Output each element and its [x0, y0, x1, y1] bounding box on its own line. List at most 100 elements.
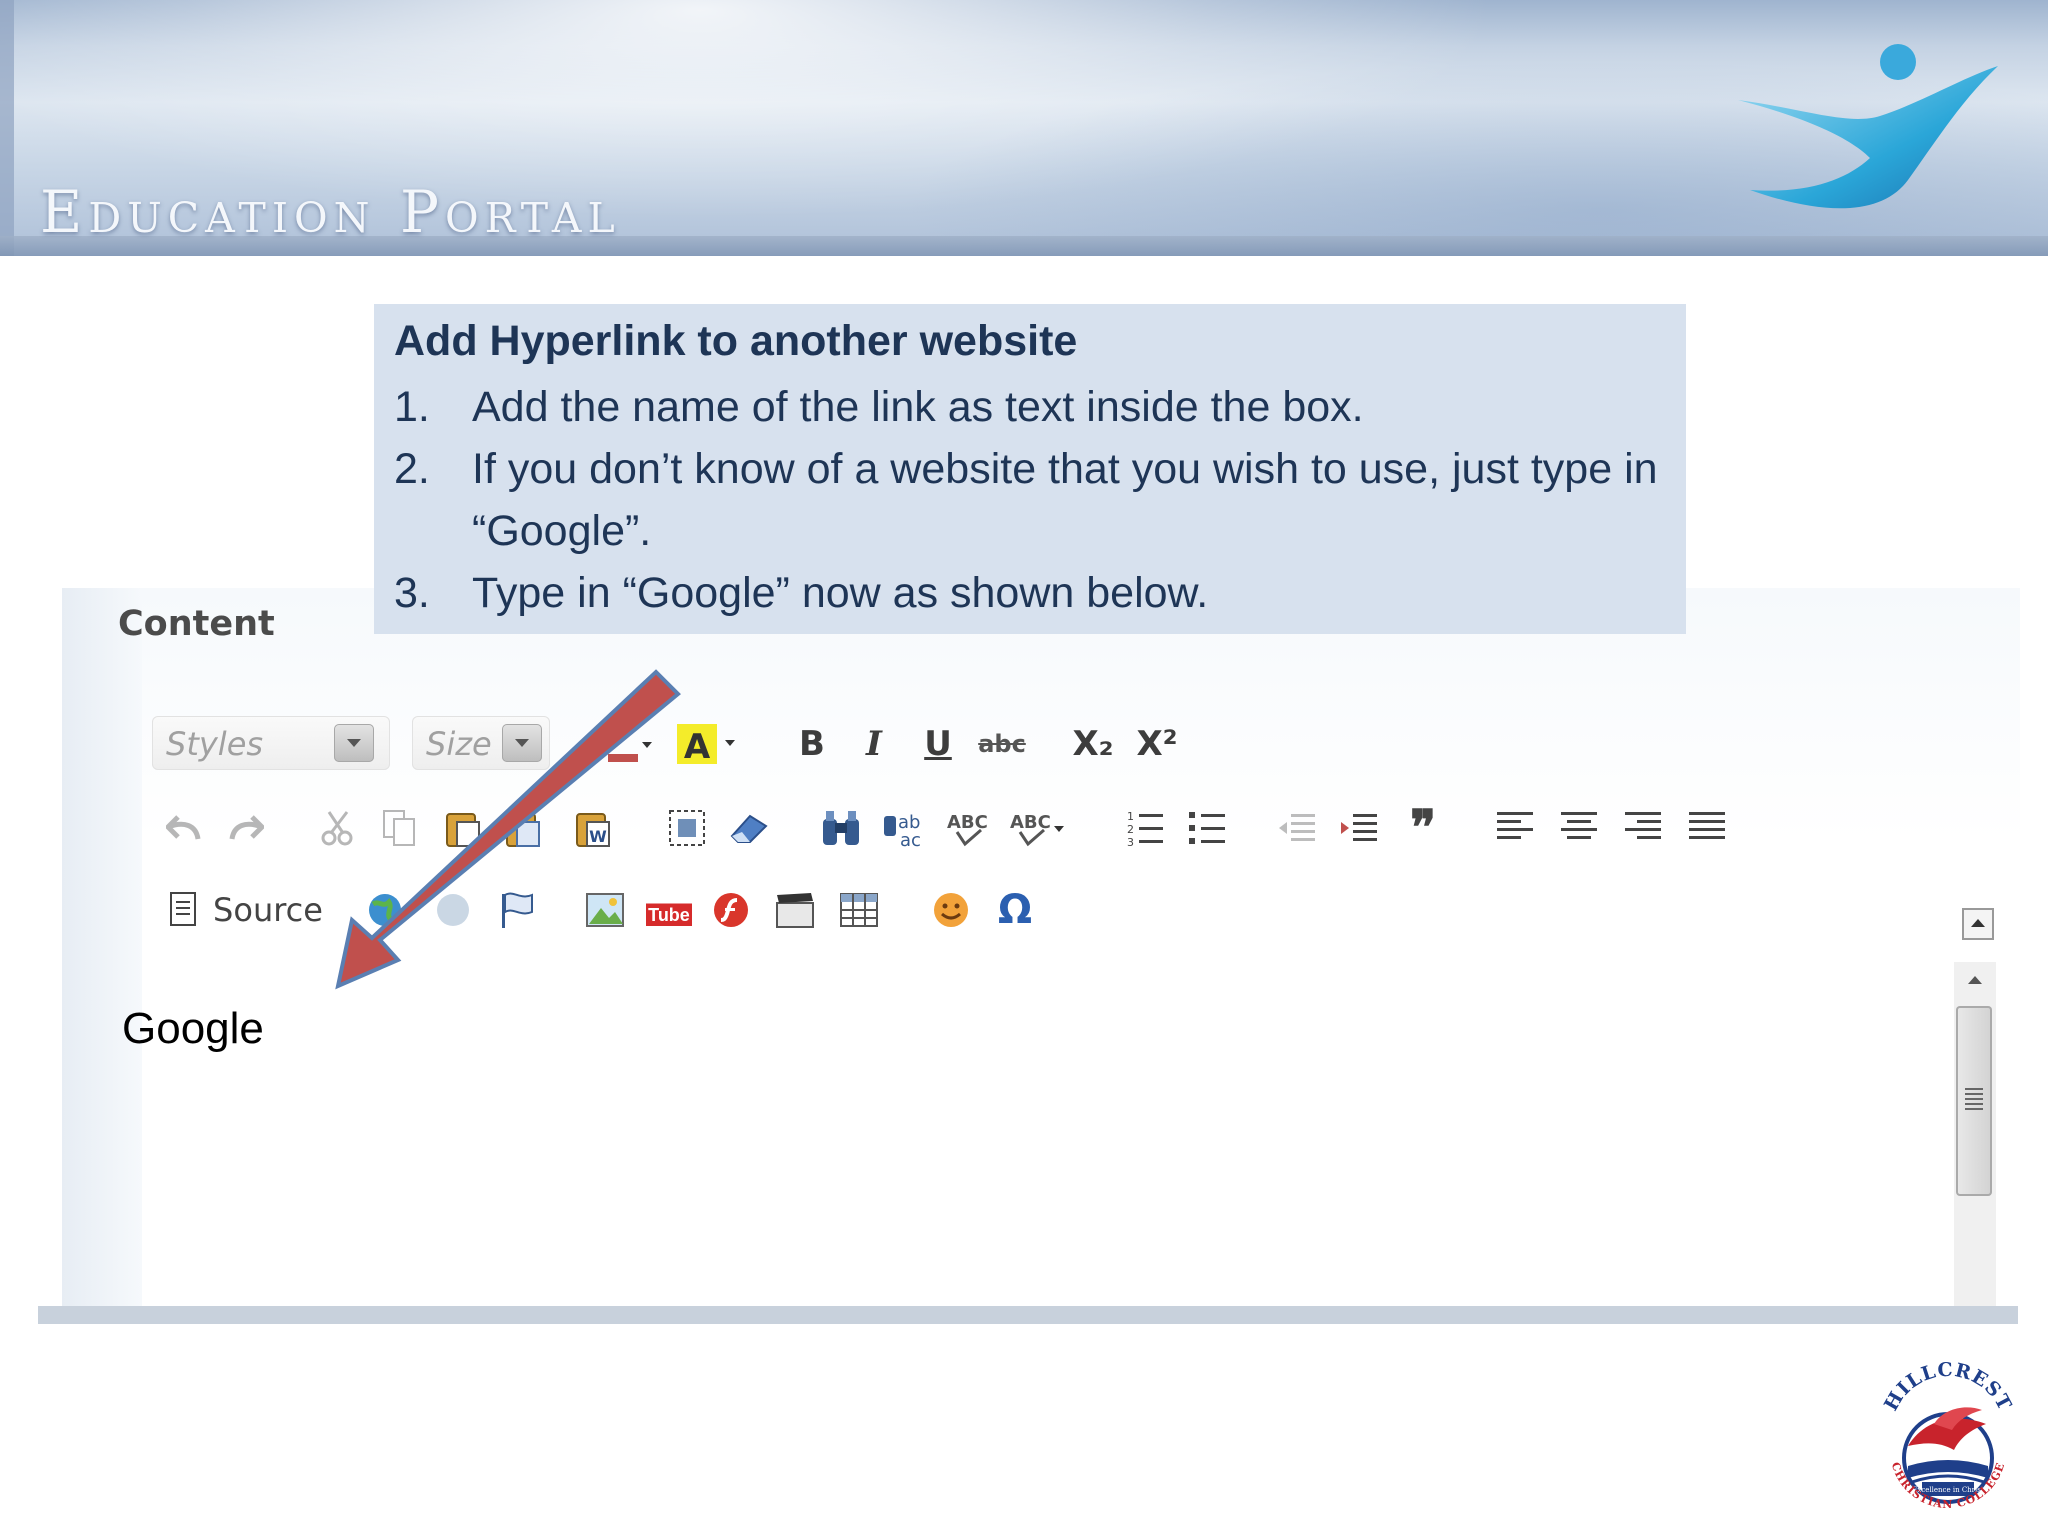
instruction-callout: Add Hyperlink to another website 1. Add t…: [374, 304, 1686, 634]
scrollbar-grip: [1965, 1088, 1983, 1110]
omega-icon: Ω: [997, 887, 1032, 933]
styles-dropdown[interactable]: Styles: [152, 716, 390, 770]
background-color-icon: A: [677, 724, 735, 766]
italic-button[interactable]: I: [852, 720, 896, 768]
image-icon: [586, 893, 624, 927]
italic-icon: I: [866, 724, 882, 764]
special-char-button[interactable]: Ω: [990, 886, 1040, 934]
remove-format-button[interactable]: [724, 804, 774, 852]
source-button[interactable]: Source: [164, 886, 328, 934]
chevron-down-icon[interactable]: [502, 724, 542, 762]
justify-icon: [1689, 812, 1725, 839]
banner-title: Education Portal: [40, 178, 621, 246]
redo-button[interactable]: [222, 804, 270, 852]
editor-side-strip: [62, 588, 142, 1310]
youtube-button[interactable]: You Tube: [642, 884, 696, 932]
smiley-icon: [934, 893, 968, 927]
paste-text-button[interactable]: [500, 804, 548, 852]
scrollbar-thumb[interactable]: [1956, 1006, 1992, 1196]
underline-button[interactable]: U: [914, 720, 962, 768]
svg-text:1: 1: [1127, 810, 1134, 823]
bulleted-list-button[interactable]: [1182, 804, 1232, 852]
paste-word-button[interactable]: W: [570, 804, 618, 852]
image-button[interactable]: [580, 886, 630, 934]
background-color-button[interactable]: A: [676, 720, 740, 768]
increase-indent-button[interactable]: [1334, 804, 1384, 852]
copy-button[interactable]: [376, 804, 424, 852]
redo-icon: [229, 815, 264, 840]
step-number: 2.: [394, 445, 430, 493]
eraser-icon: [730, 814, 768, 843]
step-item: 3. Type in “Google” now as shown below.: [394, 562, 1666, 624]
svg-text:HILLCREST: HILLCREST: [1880, 1359, 2016, 1415]
align-right-icon: [1625, 812, 1661, 839]
source-button-label: Source: [213, 891, 323, 929]
logo-top-text: HILLCREST: [1880, 1359, 2015, 1415]
step-number: 3.: [394, 569, 430, 617]
align-left-icon: [1497, 812, 1533, 839]
underline-icon: U: [924, 724, 952, 764]
step-item: 2. If you don’t know of a website that yo…: [394, 438, 1666, 562]
styles-dropdown-label: Styles: [166, 725, 264, 763]
flash-button[interactable]: [706, 886, 756, 934]
numbered-list-icon: 123: [1127, 810, 1163, 848]
superscript-icon: X²: [1136, 724, 1178, 764]
decrease-indent-button[interactable]: [1272, 804, 1322, 852]
blockquote-button[interactable]: ❞: [1398, 804, 1448, 852]
select-all-button[interactable]: [662, 804, 712, 852]
anchor-button[interactable]: [492, 886, 542, 934]
step-text: Add the name of the link as text inside …: [472, 383, 1364, 431]
bold-button[interactable]: B: [790, 720, 834, 768]
cut-button[interactable]: [314, 804, 362, 852]
svg-text:W: W: [589, 827, 607, 846]
banner-left-edge: [0, 0, 14, 256]
svg-text:ac: ac: [900, 830, 921, 848]
svg-text:ABC: ABC: [1010, 812, 1051, 833]
size-dropdown[interactable]: Size: [412, 716, 550, 770]
align-left-button[interactable]: [1490, 804, 1540, 852]
table-button[interactable]: [834, 886, 884, 934]
chevron-down-icon[interactable]: [334, 724, 374, 762]
paste-word-icon: W: [576, 813, 610, 847]
link-button[interactable]: [360, 886, 410, 934]
find-button[interactable]: [816, 804, 866, 852]
paste-button[interactable]: [440, 804, 488, 852]
spellcheck-dropdown-icon: ABC: [1010, 812, 1064, 847]
source-icon: [170, 892, 197, 926]
unlink-button[interactable]: [428, 886, 478, 934]
undo-button[interactable]: [160, 804, 208, 852]
text-color-button[interactable]: [604, 720, 656, 768]
replace-icon: abac: [884, 812, 921, 848]
video-button[interactable]: [770, 886, 820, 934]
globe-link-icon: [369, 894, 401, 926]
align-right-button[interactable]: [1618, 804, 1668, 852]
editor-typed-text[interactable]: Google: [122, 1004, 264, 1054]
quote-icon: ❞: [1410, 800, 1436, 856]
size-dropdown-label: Size: [426, 725, 492, 763]
strikethrough-button[interactable]: abc: [976, 720, 1028, 768]
flash-icon: [714, 893, 748, 927]
spellcheck-button[interactable]: ABC: [942, 804, 992, 852]
outdent-icon: [1279, 814, 1315, 841]
align-center-icon: [1561, 812, 1597, 839]
replace-button[interactable]: ab ac: [878, 804, 928, 852]
scroll-up-button[interactable]: [1962, 908, 1994, 940]
step-text: If you don’t know of a website that you …: [472, 445, 1658, 555]
table-icon: [840, 893, 878, 927]
svg-text:A: A: [684, 727, 711, 766]
rich-text-editor: [62, 588, 2020, 1310]
subscript-button[interactable]: X₂: [1066, 720, 1120, 768]
spellcheck-icon: ABC: [947, 812, 988, 847]
numbered-list-button[interactable]: 123: [1120, 804, 1170, 852]
editor-bottom-bar: [38, 1306, 2018, 1324]
justify-button[interactable]: [1682, 804, 1732, 852]
superscript-button[interactable]: X²: [1130, 720, 1184, 768]
undo-icon: [166, 815, 201, 840]
school-logo: HILLCREST Excellence in Christ CHRISTIAN…: [1880, 1359, 2016, 1511]
align-center-button[interactable]: [1554, 804, 1604, 852]
bulleted-list-icon: [1189, 812, 1225, 844]
smiley-button[interactable]: [926, 886, 976, 934]
spellcheck-as-you-type-button[interactable]: ABC: [1006, 804, 1072, 852]
scrollbar-up-arrow[interactable]: [1962, 968, 1988, 994]
select-all-icon: [669, 810, 705, 846]
